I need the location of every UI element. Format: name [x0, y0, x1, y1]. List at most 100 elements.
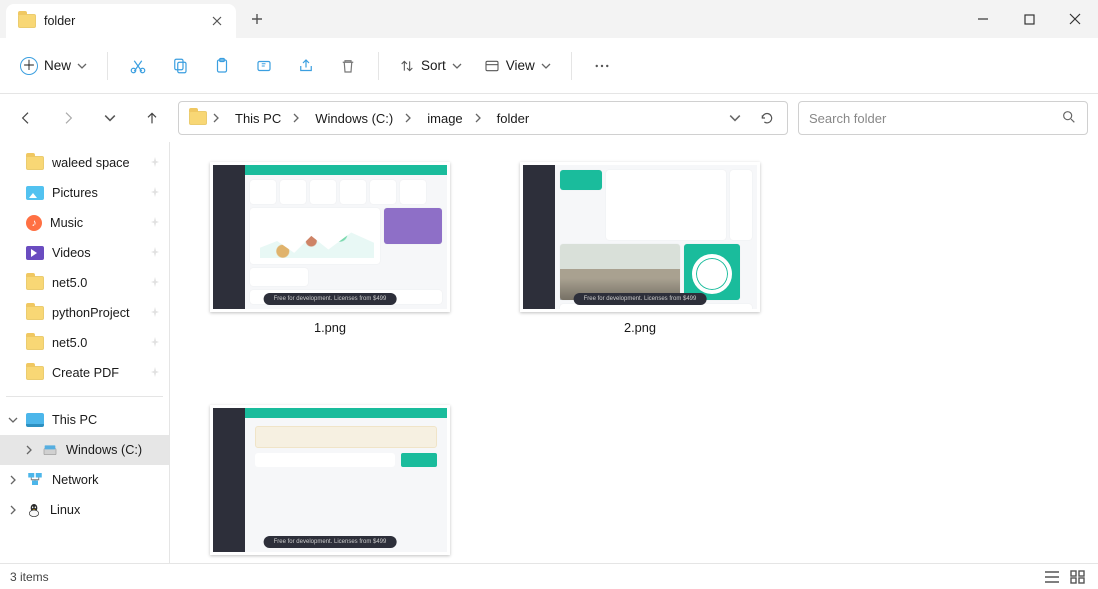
folder-icon — [189, 111, 207, 125]
pin-icon — [149, 366, 161, 381]
sidebar-item-windows-c[interactable]: Windows (C:) — [0, 435, 169, 465]
copy-button[interactable] — [162, 48, 198, 84]
folder-icon — [26, 366, 44, 380]
search-box[interactable] — [798, 101, 1088, 135]
chevron-down-icon — [452, 61, 462, 71]
pin-icon — [149, 186, 161, 201]
up-button[interactable] — [136, 102, 168, 134]
file-grid: Free for development. Licenses from $499… — [170, 142, 1098, 563]
sidebar-item-linux[interactable]: Linux — [0, 495, 169, 525]
explorer-window: folder ＋ New — [0, 0, 1098, 589]
linux-icon — [26, 502, 42, 518]
sidebar-item-pythonproject[interactable]: pythonProject — [0, 298, 169, 328]
refresh-icon — [759, 110, 775, 126]
pictures-icon — [26, 186, 44, 200]
address-actions — [721, 104, 781, 132]
refresh-button[interactable] — [753, 104, 781, 132]
pin-icon — [149, 276, 161, 291]
drive-icon — [42, 442, 58, 458]
share-button[interactable] — [288, 48, 324, 84]
sort-button[interactable]: Sort — [391, 48, 470, 84]
breadcrumb-folder[interactable]: folder — [491, 107, 536, 130]
tab-close-button[interactable] — [208, 12, 226, 30]
separator — [107, 52, 108, 80]
recent-dropdown-button[interactable] — [94, 102, 126, 134]
address-bar[interactable]: This PC Windows (C:) image folder — [178, 101, 788, 135]
rename-button[interactable] — [246, 48, 282, 84]
address-dropdown-button[interactable] — [721, 104, 749, 132]
breadcrumb-image[interactable]: image — [421, 107, 486, 130]
minimize-button[interactable] — [960, 0, 1006, 38]
this-pc-icon — [26, 413, 44, 427]
chevron-right-icon[interactable] — [6, 503, 20, 517]
tab-title: folder — [44, 14, 200, 28]
chevron-right-icon — [211, 111, 225, 126]
tab-active[interactable]: folder — [6, 4, 236, 38]
sidebar-item-pictures[interactable]: Pictures — [0, 178, 169, 208]
sidebar-item-net5-a[interactable]: net5.0 — [0, 268, 169, 298]
copy-icon — [171, 57, 189, 75]
music-icon: ♪ — [26, 215, 42, 231]
thumbnail: Free for development. Licenses from $499 — [520, 162, 760, 312]
folder-icon — [26, 276, 44, 290]
pin-icon — [149, 306, 161, 321]
sidebar[interactable]: waleed space Pictures ♪ Music Videos — [0, 142, 170, 563]
chevron-right-icon — [289, 111, 303, 125]
view-button[interactable]: View — [476, 48, 559, 84]
chevron-down-icon[interactable] — [6, 413, 20, 427]
chevron-right-icon[interactable] — [6, 473, 20, 487]
plus-icon — [251, 13, 263, 25]
forward-button[interactable] — [52, 102, 84, 134]
window-close-button[interactable] — [1052, 0, 1098, 38]
delete-button[interactable] — [330, 48, 366, 84]
chevron-right-icon — [401, 111, 415, 125]
file-item-1[interactable]: Free for development. Licenses from $499… — [210, 162, 450, 335]
scissors-icon — [129, 57, 147, 75]
chevron-down-icon — [104, 112, 116, 124]
chevron-right-icon[interactable] — [22, 443, 36, 457]
breadcrumb-windows-c[interactable]: Windows (C:) — [309, 107, 417, 130]
separator — [378, 52, 379, 80]
file-item-2[interactable]: Free for development. Licenses from $499… — [520, 162, 760, 335]
ellipsis-icon — [593, 57, 611, 75]
sidebar-item-net5-b[interactable]: net5.0 — [0, 328, 169, 358]
thumbnail: Free for development. Licenses from $499 — [210, 405, 450, 555]
arrow-left-icon — [18, 110, 34, 126]
file-item-3[interactable]: Free for development. Licenses from $499… — [210, 405, 450, 563]
file-name: 2.png — [624, 320, 656, 335]
close-icon — [1069, 13, 1081, 25]
maximize-icon — [1024, 14, 1035, 25]
minimize-icon — [977, 13, 989, 25]
sidebar-item-videos[interactable]: Videos — [0, 238, 169, 268]
chevron-right-icon — [471, 111, 485, 125]
pin-icon — [149, 156, 161, 171]
search-input[interactable] — [807, 110, 1053, 127]
breadcrumb-this-pc[interactable]: This PC — [229, 107, 305, 130]
sidebar-item-waleed-space[interactable]: waleed space — [0, 148, 169, 178]
file-name: 1.png — [314, 320, 346, 335]
sidebar-item-create-pdf[interactable]: Create PDF — [0, 358, 169, 388]
toolbar: ＋ New Sort View — [0, 38, 1098, 94]
pin-icon — [149, 246, 161, 261]
thumbnail: Free for development. Licenses from $499 — [210, 162, 450, 312]
sidebar-item-music[interactable]: ♪ Music — [0, 208, 169, 238]
maximize-button[interactable] — [1006, 0, 1052, 38]
sidebar-item-this-pc[interactable]: This PC — [0, 405, 169, 435]
thumbnails-view-toggle[interactable] — [1068, 569, 1088, 585]
paste-button[interactable] — [204, 48, 240, 84]
rename-icon — [255, 57, 273, 75]
videos-icon — [26, 246, 44, 260]
pin-icon — [149, 216, 161, 231]
folder-icon — [26, 306, 44, 320]
window-controls — [960, 0, 1098, 38]
search-icon — [1061, 109, 1079, 127]
content-area[interactable]: Free for development. Licenses from $499… — [170, 142, 1098, 563]
new-button[interactable]: ＋ New — [12, 48, 95, 84]
back-button[interactable] — [10, 102, 42, 134]
new-tab-button[interactable] — [240, 2, 274, 36]
details-view-toggle[interactable] — [1042, 569, 1062, 585]
sidebar-item-network[interactable]: Network — [0, 465, 169, 495]
more-options-button[interactable] — [584, 48, 620, 84]
list-view-icon — [1044, 570, 1060, 584]
cut-button[interactable] — [120, 48, 156, 84]
